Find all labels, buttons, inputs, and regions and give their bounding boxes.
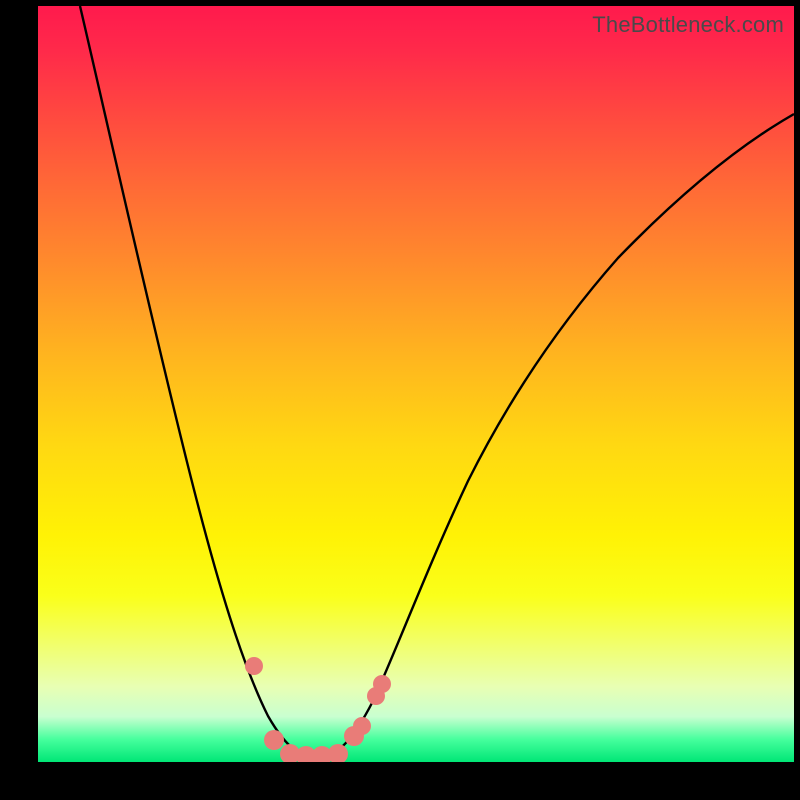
bottleneck-curve (38, 6, 794, 762)
marker-dot (373, 675, 391, 693)
curve-path (80, 6, 794, 758)
plot-area: TheBottleneck.com (38, 6, 794, 762)
marker-dot (328, 744, 348, 762)
chart-frame: TheBottleneck.com (0, 0, 800, 800)
marker-dot (264, 730, 284, 750)
marker-dot (245, 657, 263, 675)
marker-dot (353, 717, 371, 735)
